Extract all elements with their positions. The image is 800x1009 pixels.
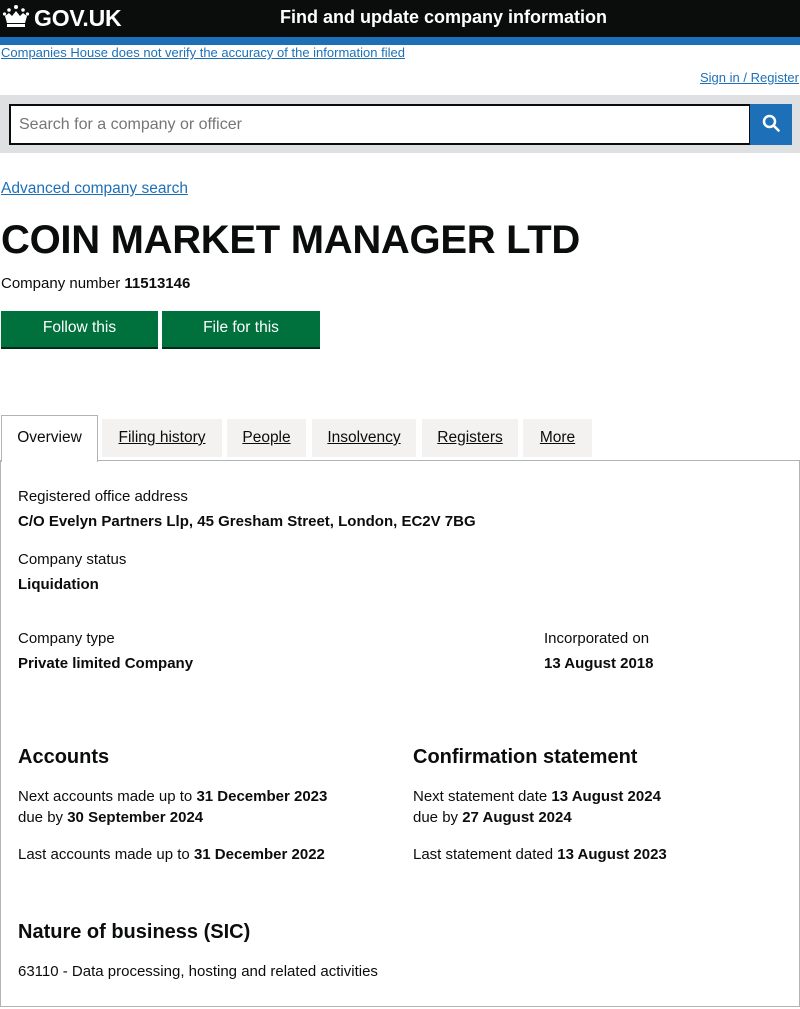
company-number-value: 11513146 <box>124 275 191 292</box>
search-icon <box>762 114 780 135</box>
confirmation-heading: Confirmation statement <box>413 746 638 768</box>
company-number: Company number 11513146 <box>1 274 190 294</box>
header-blue-bar <box>0 37 800 45</box>
tab-people[interactable]: People <box>227 419 306 457</box>
confirmation-due-prefix: due by <box>413 809 459 826</box>
accounts-due-prefix: due by <box>18 809 64 826</box>
accounts-next-prefix: Next accounts made up to <box>18 788 193 805</box>
govuk-logo-text: GOV.UK <box>34 4 122 31</box>
tab-filing-history[interactable]: Filing history <box>102 419 222 457</box>
sic-code-item: 63110 - Data processing, hosting and rel… <box>18 963 378 980</box>
tab-registers[interactable]: Registers <box>422 419 518 457</box>
accounts-due: due by 30 September 2024 <box>18 807 203 828</box>
service-name[interactable]: Find and update company information <box>280 5 607 29</box>
confirmation-due: due by 27 August 2024 <box>413 807 572 828</box>
confirmation-last-date: 13 August 2023 <box>557 846 667 863</box>
disclaimer-link[interactable]: Companies House does not verify the accu… <box>1 45 405 61</box>
accounts-last-prefix: Last accounts made up to <box>18 846 190 863</box>
confirmation-last-prefix: Last statement dated <box>413 846 554 863</box>
address-label: Registered office address <box>18 488 188 505</box>
confirmation-next: Next statement date 13 August 2024 <box>413 786 661 807</box>
company-tabs: Overview Filing history People Insolvenc… <box>0 415 800 462</box>
confirmation-due-date: 27 August 2024 <box>462 809 572 826</box>
govuk-logo-link[interactable]: GOV.UK <box>2 4 122 33</box>
confirmation-next-date: 13 August 2024 <box>551 788 661 805</box>
file-for-company-button[interactable]: File for this company <box>162 311 320 370</box>
signin-register-link[interactable]: Sign in / Register <box>700 70 799 86</box>
search-input[interactable] <box>9 104 751 145</box>
accounts-next-date: 31 December 2023 <box>196 788 328 805</box>
company-name: COIN MARKET MANAGER LTD <box>1 218 580 262</box>
overview-panel: Registered office address C/O Evelyn Par… <box>0 460 800 1007</box>
type-value: Private limited Company <box>18 655 194 672</box>
tab-insolvency[interactable]: Insolvency <box>312 419 416 457</box>
search-bar <box>0 95 800 153</box>
search-button[interactable] <box>750 104 792 145</box>
confirmation-last: Last statement dated 13 August 2023 <box>413 844 667 865</box>
nature-heading: Nature of business (SIC) <box>18 921 251 943</box>
crown-icon <box>2 4 34 33</box>
accounts-last-date: 31 December 2022 <box>193 846 325 863</box>
company-number-label: Company number <box>1 275 121 292</box>
incorporated-value: 13 August 2018 <box>544 655 654 672</box>
tab-overview[interactable]: Overview <box>1 415 98 462</box>
type-label: Company type <box>18 630 115 647</box>
govuk-header: GOV.UK Find and update company informati… <box>0 0 800 37</box>
accounts-last: Last accounts made up to 31 December 202… <box>18 844 325 865</box>
follow-company-button[interactable]: Follow this company <box>1 311 158 370</box>
incorporated-label: Incorporated on <box>544 630 650 647</box>
accounts-due-date: 30 September 2024 <box>67 809 204 826</box>
status-value: Liquidation <box>18 576 99 593</box>
confirmation-next-prefix: Next statement date <box>413 788 548 805</box>
address-value: C/O Evelyn Partners Llp, 45 Gresham Stre… <box>18 513 476 530</box>
accounts-next: Next accounts made up to 31 December 202… <box>18 786 327 807</box>
accounts-heading: Accounts <box>18 746 110 768</box>
tab-more[interactable]: More <box>523 419 592 457</box>
status-label: Company status <box>18 551 127 568</box>
advanced-search-link[interactable]: Advanced company search <box>1 179 188 199</box>
